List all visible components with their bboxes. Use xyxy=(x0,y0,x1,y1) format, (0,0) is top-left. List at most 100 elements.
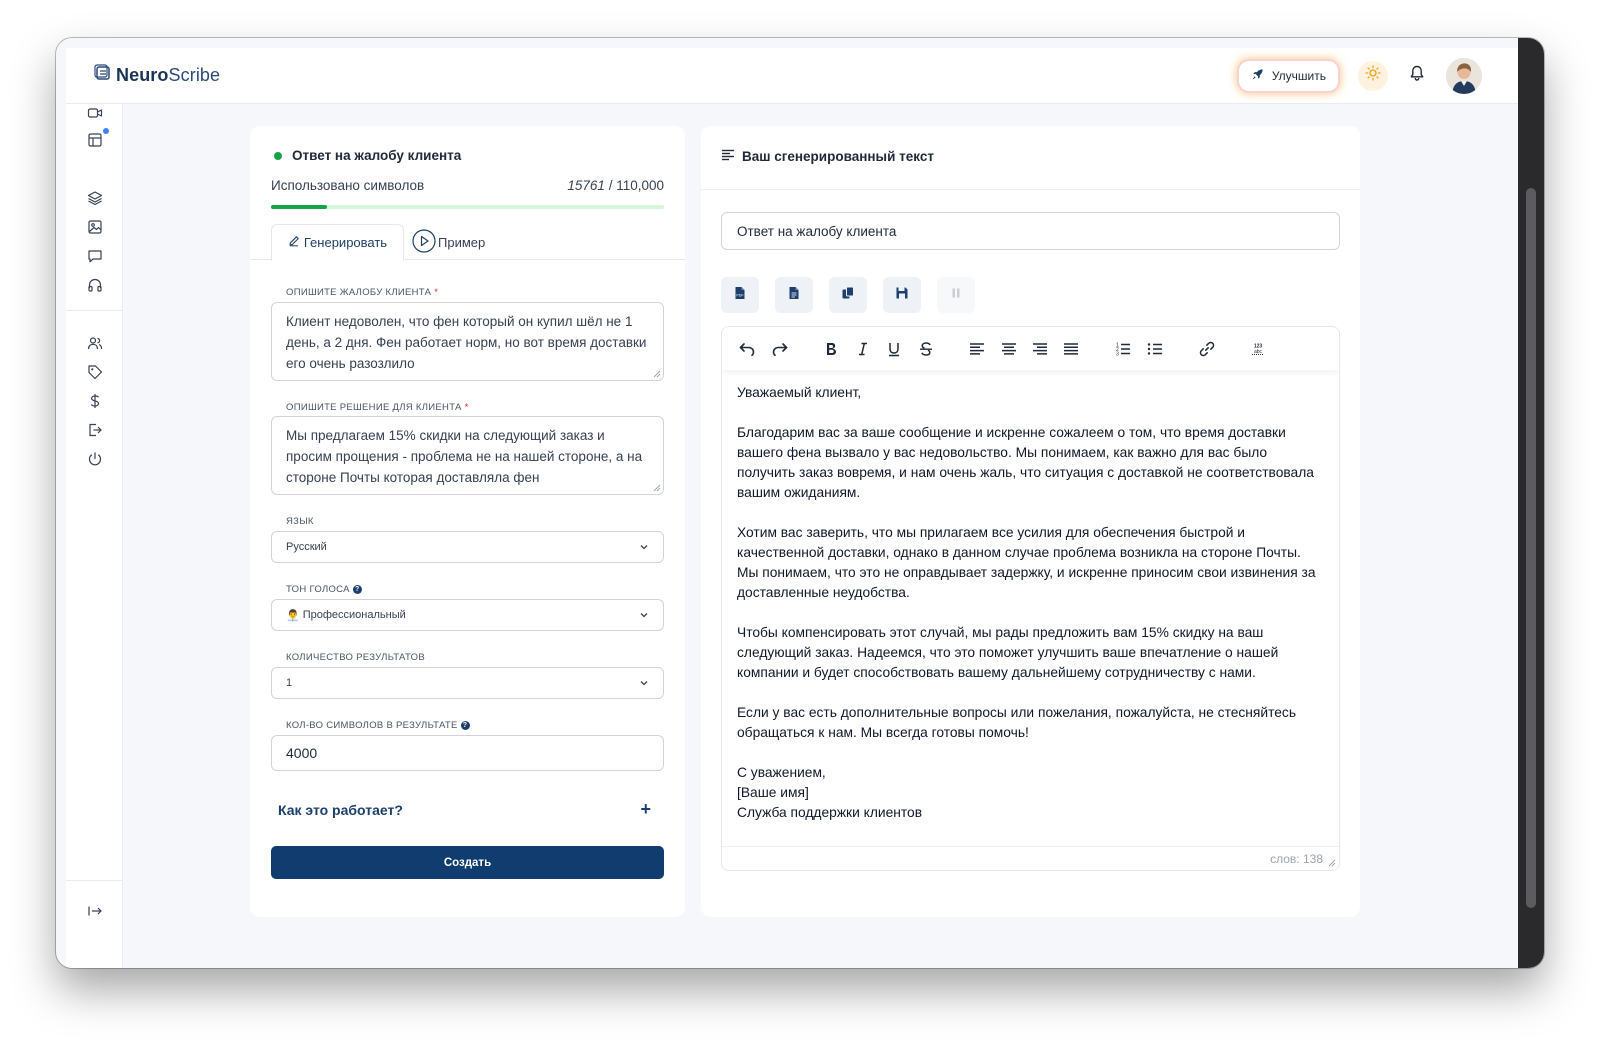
svg-text:PDF: PDF xyxy=(736,293,744,297)
form-tabs: Генерировать Пример xyxy=(250,224,685,261)
tone-value: Профессиональный xyxy=(302,609,406,621)
strikethrough-icon[interactable] xyxy=(915,338,937,360)
resize-handle-icon[interactable] xyxy=(1328,859,1336,867)
ordered-list-icon[interactable]: 123 xyxy=(1112,338,1134,360)
layout-icon[interactable] xyxy=(86,131,103,148)
language-label: Язык xyxy=(286,516,314,527)
bell-icon[interactable] xyxy=(1408,64,1426,87)
rocket-icon xyxy=(1251,68,1264,84)
export-doc-icon xyxy=(788,286,800,305)
output-title-text: Ваш сгенерированный текст xyxy=(742,149,934,164)
tone-emoji: 👨‍💼 xyxy=(286,609,300,622)
undo-icon[interactable] xyxy=(736,338,758,360)
usage-total: / 110,000 xyxy=(608,178,664,193)
export-doc-button[interactable] xyxy=(775,277,813,313)
power-icon[interactable] xyxy=(86,450,103,467)
editor-toolbar: 123 123 abc xyxy=(722,327,1339,370)
save-button[interactable] xyxy=(883,277,921,313)
solution-label: Опишите решение для клиента * xyxy=(286,402,469,413)
tone-select[interactable]: 👨‍💼 Профессиональный xyxy=(271,599,664,631)
status-dot xyxy=(274,151,282,160)
copy-button[interactable] xyxy=(829,277,867,313)
char-count-value: 4000 xyxy=(286,745,318,761)
expand-sidebar-icon[interactable] xyxy=(86,902,103,919)
bold-icon[interactable] xyxy=(820,338,842,360)
sun-icon xyxy=(1365,65,1381,86)
tone-label: Тон голоса? xyxy=(286,584,362,595)
word-count: слов: 138 xyxy=(1270,852,1323,866)
video-icon[interactable] xyxy=(86,104,103,121)
window-scrollbar-thumb[interactable] xyxy=(1526,188,1536,908)
complaint-text: Клиент недоволен, что фен который он куп… xyxy=(286,314,647,371)
usage-progress-bar xyxy=(271,205,664,209)
resize-handle-icon[interactable] xyxy=(653,484,661,492)
pause-icon xyxy=(950,286,962,304)
redo-icon[interactable] xyxy=(769,338,791,360)
spellcheck-icon[interactable]: 123 abc xyxy=(1247,338,1269,360)
help-icon[interactable]: ? xyxy=(352,585,362,594)
tag-icon[interactable] xyxy=(86,363,103,380)
signature-line: Служба поддержки клиентов xyxy=(737,805,923,820)
export-pdf-button[interactable]: PDF xyxy=(721,277,759,313)
italic-icon[interactable] xyxy=(852,338,874,360)
resize-handle-icon[interactable] xyxy=(653,370,661,378)
brand-name: NeuroScribe xyxy=(116,65,221,85)
letter-paragraph: Благодарим вас за ваше сообщение и искре… xyxy=(737,425,1314,500)
sidebar xyxy=(66,104,123,968)
logo[interactable]: NeuroScribe xyxy=(94,64,220,87)
logo-icon xyxy=(94,64,112,87)
how-it-works-label: Как это работает? xyxy=(278,801,403,818)
save-icon xyxy=(895,286,909,305)
solution-text: Мы предлагаем 15% скидки на следующий за… xyxy=(286,428,643,485)
image-icon[interactable] xyxy=(86,218,103,235)
upgrade-button[interactable]: Улучшить xyxy=(1238,60,1338,91)
usage-row: Использовано символов 15761 / 110,000 xyxy=(271,178,664,193)
output-title: Ваш сгенерированный текст xyxy=(721,148,934,165)
results-count-select[interactable]: 1 xyxy=(271,667,664,699)
tab-example-label: Пример xyxy=(438,234,486,250)
align-right-icon[interactable] xyxy=(1029,338,1051,360)
results-count-value: 1 xyxy=(286,677,293,689)
form-title: Ответ на жалобу клиента xyxy=(274,148,461,163)
users-icon[interactable] xyxy=(86,334,103,351)
usage-progress-fill xyxy=(271,205,328,209)
solution-textarea[interactable]: Мы предлагаем 15% скидки на следующий за… xyxy=(271,416,664,495)
complaint-label: Опишите жалобу клиента * xyxy=(286,287,439,298)
language-select[interactable]: Русский xyxy=(271,531,664,563)
how-it-works-toggle[interactable]: Как это работает? + xyxy=(278,799,651,820)
chat-icon[interactable] xyxy=(86,247,103,264)
underline-icon[interactable] xyxy=(883,338,905,360)
tab-generate[interactable]: Генерировать xyxy=(271,224,404,261)
layers-icon[interactable] xyxy=(86,189,103,206)
logout-icon[interactable] xyxy=(86,421,103,438)
complaint-textarea[interactable]: Клиент недоволен, что фен который он куп… xyxy=(271,302,664,381)
export-pdf-icon: PDF xyxy=(734,286,746,305)
generator-form-card: Ответ на жалобу клиента Использовано сим… xyxy=(250,126,685,917)
align-justify-icon[interactable] xyxy=(1060,338,1082,360)
help-icon[interactable]: ? xyxy=(460,721,470,730)
rich-text-editor[interactable]: 123 123 abc Уважаемый клиент, Благодарим … xyxy=(721,326,1340,871)
create-button[interactable]: Создать xyxy=(271,846,664,879)
align-center-icon[interactable] xyxy=(998,338,1020,360)
pause-button[interactable] xyxy=(937,277,975,313)
chevron-down-icon xyxy=(640,613,648,618)
tab-example[interactable]: Пример xyxy=(412,226,485,258)
form-title-text: Ответ на жалобу клиента xyxy=(292,148,462,163)
usage-label: Использовано символов xyxy=(271,178,425,193)
dollar-icon[interactable] xyxy=(86,392,103,409)
editor-content[interactable]: Уважаемый клиент, Благодарим вас за ваше… xyxy=(737,383,1324,823)
headphones-icon[interactable] xyxy=(86,276,103,293)
usage-counter: 15761 / 110,000 xyxy=(567,178,664,193)
pencil-icon xyxy=(288,235,300,250)
theme-toggle-button[interactable] xyxy=(1358,60,1388,91)
letter-signature: С уважением, [Ваше имя] Служба поддержки… xyxy=(737,763,1324,823)
document-title-input[interactable]: Ответ на жалобу клиента xyxy=(721,212,1340,250)
char-count-label: Кол-во символов в результате? xyxy=(286,720,470,731)
bullet-list-icon[interactable] xyxy=(1144,338,1166,360)
char-count-input[interactable]: 4000 xyxy=(271,735,664,771)
align-left-icon[interactable] xyxy=(966,338,988,360)
avatar[interactable] xyxy=(1446,57,1482,94)
tab-generate-label: Генерировать xyxy=(303,235,388,250)
chevron-down-icon xyxy=(640,545,648,550)
link-icon[interactable] xyxy=(1196,338,1218,360)
